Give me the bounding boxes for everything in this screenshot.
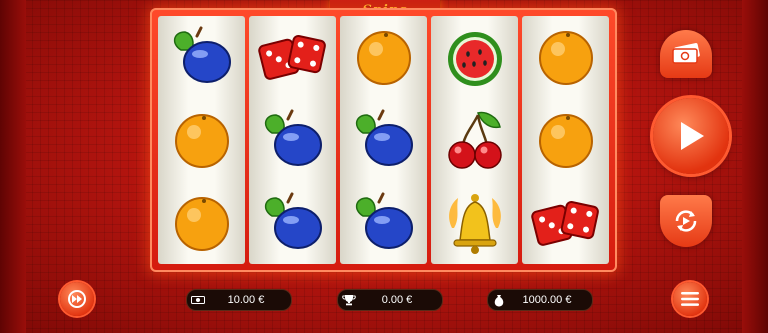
play-icon (681, 122, 704, 150)
bell-icon (448, 193, 501, 254)
left-edge (0, 0, 26, 333)
right-edge (742, 0, 768, 333)
reel-symbol (253, 183, 333, 263)
orange-icon (174, 196, 229, 251)
reel-symbol (435, 183, 515, 263)
reels-grid (158, 16, 609, 264)
menu-button[interactable] (673, 282, 707, 316)
plum-icon (264, 109, 322, 166)
turbo-icon (68, 290, 86, 308)
orange-icon (538, 31, 593, 86)
reel-symbol (253, 17, 333, 97)
trophy-icon (342, 295, 356, 306)
reel-symbol (435, 100, 515, 180)
reel-symbol (162, 100, 242, 180)
autoplay-icon (675, 210, 697, 232)
plum-icon (355, 192, 413, 249)
win-value: 0.00 € (381, 294, 413, 306)
reel-symbol (526, 100, 606, 180)
reel-symbol (344, 183, 424, 263)
dice-icon (530, 200, 599, 246)
orange-icon (356, 31, 411, 86)
dice-icon (257, 35, 326, 81)
bet-value: 10.00 € (227, 294, 265, 306)
reel-symbol (162, 183, 242, 263)
money-icon (672, 43, 700, 64)
money-bag-icon (494, 294, 504, 306)
reel-symbol (344, 100, 424, 180)
reel-symbol (526, 17, 606, 97)
orange-icon (538, 113, 593, 168)
win-display: 0.00 € (337, 289, 443, 311)
bet-display: 10.00 € (186, 289, 292, 311)
reel-5 (522, 16, 609, 264)
reel-symbol (435, 17, 515, 97)
menu-icon (681, 292, 699, 306)
banknote-icon (191, 296, 205, 304)
spin-button[interactable] (653, 98, 729, 174)
plum-icon (173, 26, 231, 84)
orange-icon (174, 113, 229, 168)
reel-1 (158, 16, 245, 264)
plum-icon (264, 192, 322, 249)
reel-4 (431, 16, 518, 264)
reel-2 (249, 16, 336, 264)
watermelon-icon (447, 32, 502, 87)
balance-value: 1000.00 € (522, 294, 572, 306)
cherries-icon (447, 111, 502, 169)
reel-3 (340, 16, 427, 264)
reel-symbol (344, 17, 424, 97)
reel-frame (150, 8, 617, 272)
reel-symbol (526, 183, 606, 263)
balance-display: 1000.00 € (487, 289, 593, 311)
reel-symbol (253, 100, 333, 180)
turbo-button[interactable] (60, 282, 94, 316)
bet-settings-button[interactable] (660, 30, 712, 78)
reel-symbol (162, 17, 242, 97)
plum-icon (355, 109, 413, 166)
autoplay-button[interactable] (660, 195, 712, 247)
